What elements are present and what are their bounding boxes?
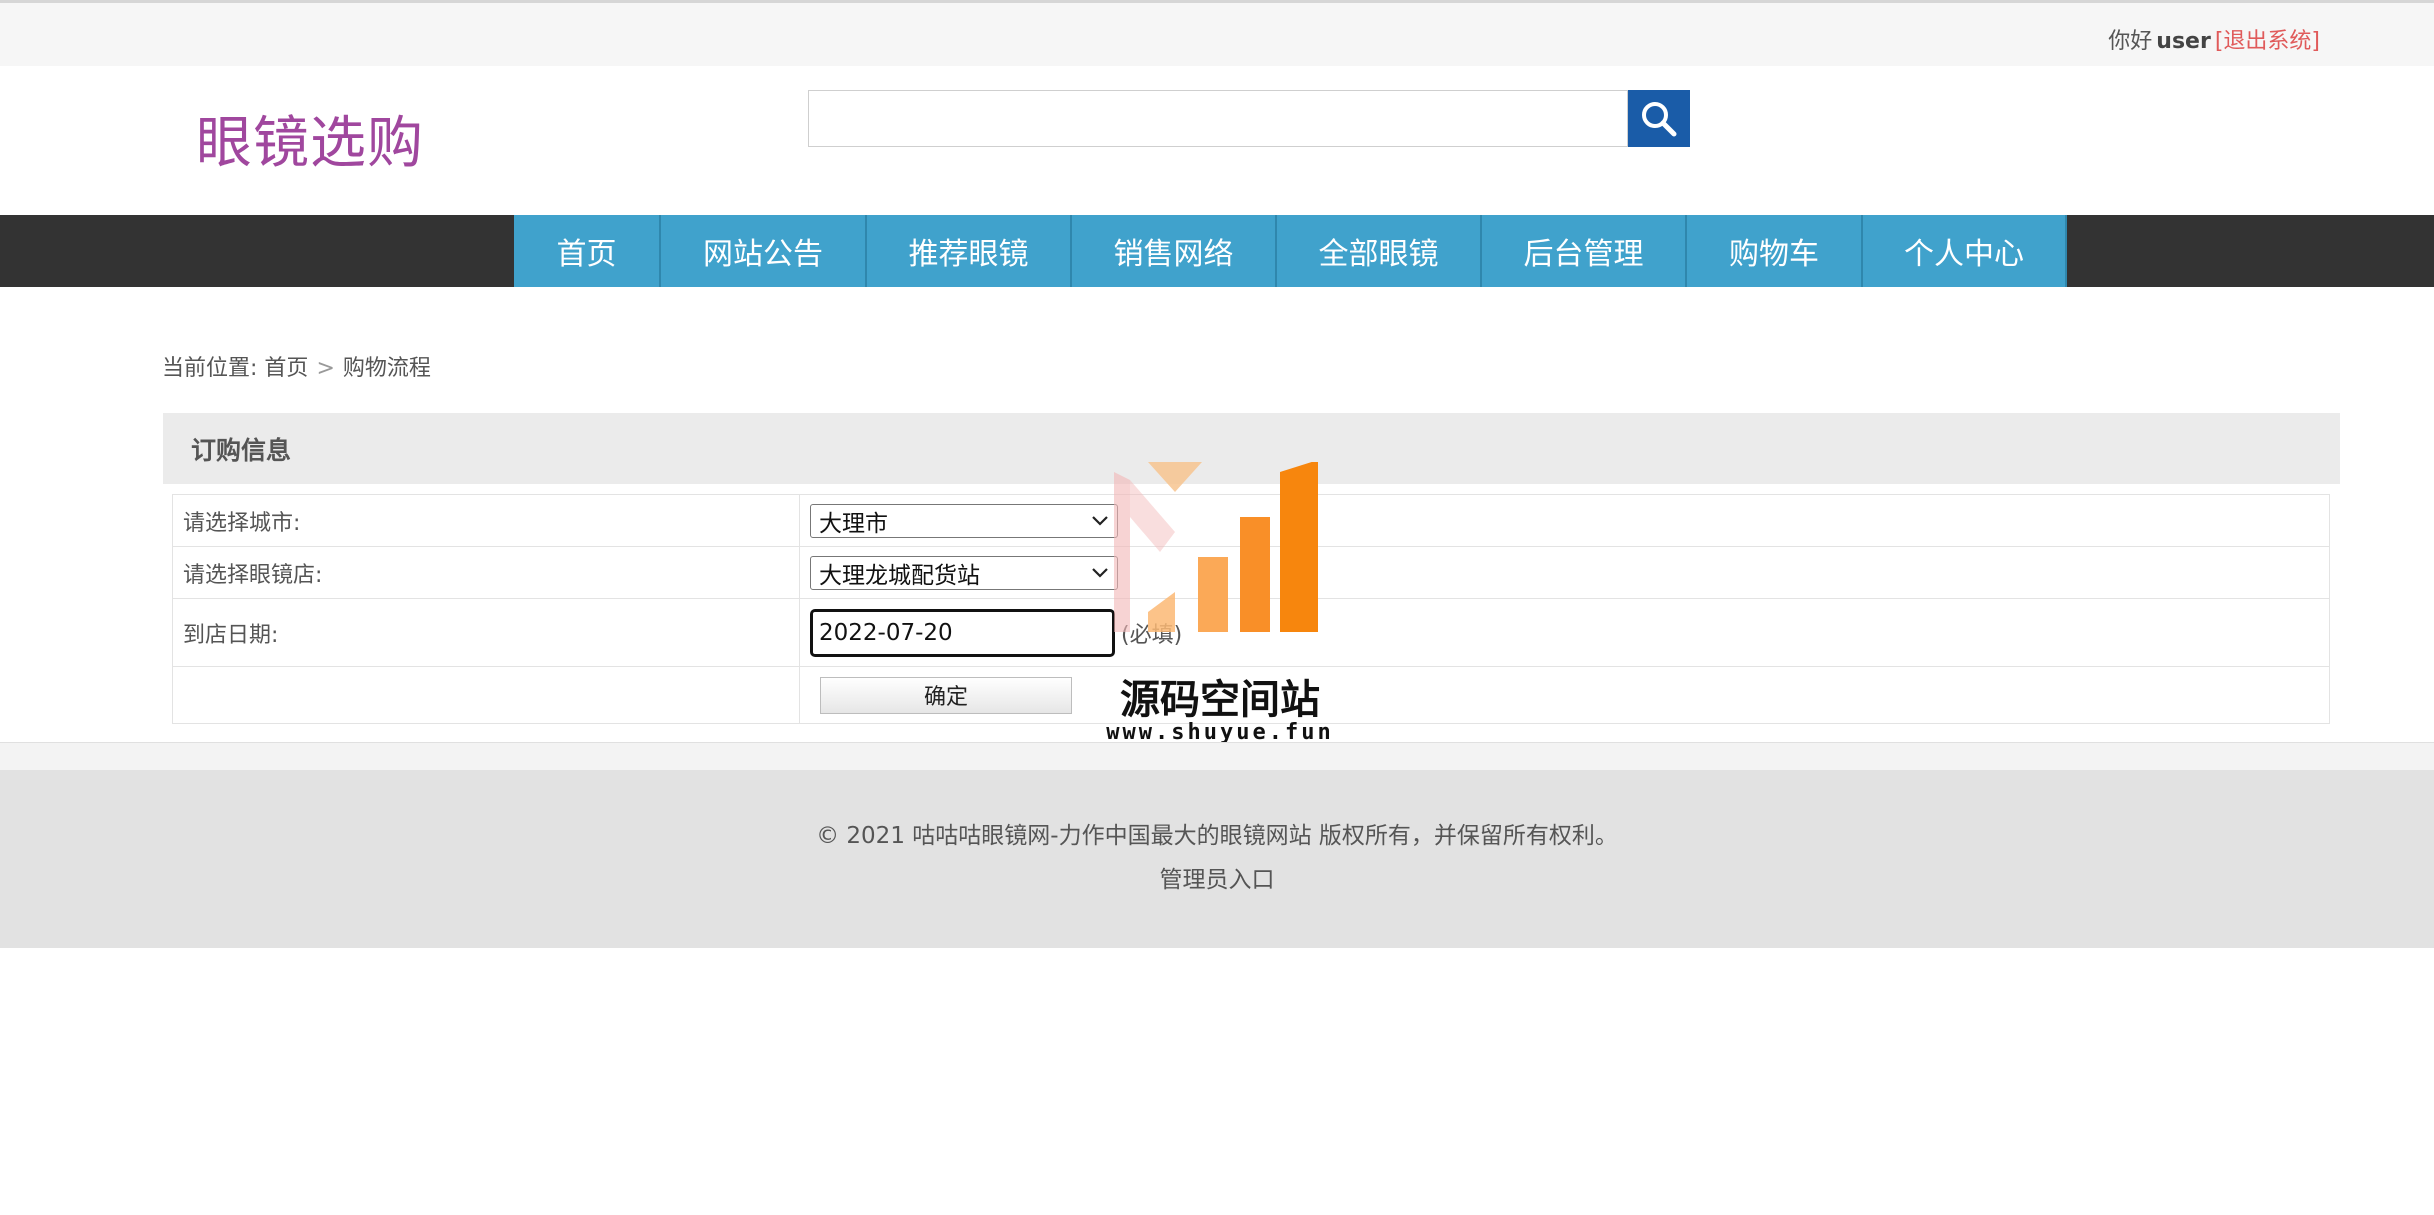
breadcrumb-separator: > (316, 356, 335, 381)
nav-item-cart[interactable]: 购物车 (1687, 215, 1863, 287)
main-navbar: 首页 网站公告 推荐眼镜 销售网络 全部眼镜 后台管理 购物车 个人中心 (0, 215, 2434, 287)
city-label: 请选择城市: (172, 494, 800, 547)
search-box (808, 90, 1628, 147)
search-icon (1642, 101, 1677, 136)
breadcrumb-prefix: 当前位置: (162, 356, 258, 381)
city-select-value: 大理市 (819, 510, 888, 537)
search-button[interactable] (1628, 90, 1690, 147)
city-select[interactable]: 大理市 (810, 503, 1118, 538)
date-cell: 2022-07-20 (必填) (799, 598, 2330, 667)
arrival-date-input[interactable]: 2022-07-20 (810, 608, 1115, 657)
date-label: 到店日期: (172, 598, 800, 667)
nav-item-announcements[interactable]: 网站公告 (661, 215, 867, 287)
nav-item-admin[interactable]: 后台管理 (1482, 215, 1687, 287)
logout-link[interactable]: [退出系统] (2215, 29, 2320, 54)
breadcrumb-current: 购物流程 (342, 356, 431, 381)
confirm-button[interactable]: 确定 (820, 676, 1072, 714)
store-select-value: 大理龙城配货站 (819, 562, 980, 589)
breadcrumb: 当前位置: 首页 > 购物流程 (162, 350, 431, 382)
store-select[interactable]: 大理龙城配货站 (810, 555, 1118, 590)
nav-item-home[interactable]: 首页 (514, 215, 661, 287)
form-row-submit: 确定 (172, 666, 2330, 724)
username: user (2156, 29, 2211, 54)
date-wrap: 2022-07-20 (必填) (810, 608, 2319, 657)
city-cell: 大理市 (799, 494, 2330, 547)
site-logo[interactable]: 眼镜选购 (196, 98, 424, 179)
top-bar: 你好 user [退出系统] (0, 0, 2434, 66)
nav-item-sales-network[interactable]: 销售网络 (1072, 215, 1277, 287)
admin-entry-link[interactable]: 管理员入口 (0, 860, 2434, 894)
copyright-text: © 2021 咕咕咕眼镜网-力作中国最大的眼镜网站 版权所有，并保留所有权利。 (816, 823, 1618, 849)
order-form: 请选择城市: 大理市 请选择眼镜店: 大理龙城配货站 到店日期: 2022-07… (172, 494, 2330, 724)
footer: © 2021 咕咕咕眼镜网-力作中国最大的眼镜网站 版权所有，并保留所有权利。 … (0, 770, 2434, 948)
footer-separator (0, 742, 2434, 770)
submit-label-cell (172, 666, 800, 724)
form-row-store: 请选择眼镜店: 大理龙城配货站 (172, 546, 2330, 599)
store-label: 请选择眼镜店: (172, 546, 800, 599)
form-row-date: 到店日期: 2022-07-20 (必填) (172, 598, 2330, 667)
nav-item-user-center[interactable]: 个人中心 (1863, 215, 2067, 287)
submit-cell: 确定 (799, 666, 2330, 724)
order-panel-title: 订购信息 (163, 413, 2340, 484)
user-greeting: 你好 user [退出系统] (2108, 23, 2320, 55)
store-cell: 大理龙城配货站 (799, 546, 2330, 599)
chevron-down-icon (1092, 515, 1108, 526)
required-note: (必填) (1121, 622, 1183, 648)
greeting-text: 你好 (2108, 29, 2153, 54)
nav-menu: 首页 网站公告 推荐眼镜 销售网络 全部眼镜 后台管理 购物车 个人中心 (514, 215, 2067, 287)
breadcrumb-home[interactable]: 首页 (264, 356, 308, 381)
nav-item-recommended[interactable]: 推荐眼镜 (867, 215, 1072, 287)
search-input[interactable] (809, 91, 1627, 146)
chevron-down-icon (1092, 567, 1108, 578)
form-row-city: 请选择城市: 大理市 (172, 494, 2330, 547)
nav-item-all-glasses[interactable]: 全部眼镜 (1277, 215, 1482, 287)
